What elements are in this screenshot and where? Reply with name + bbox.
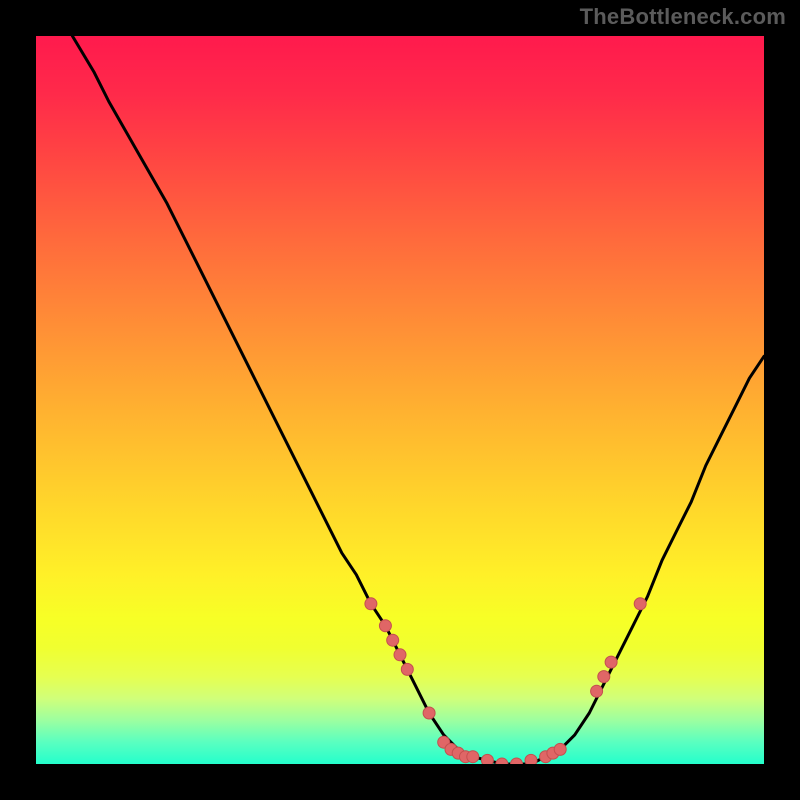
data-marker [481, 754, 493, 764]
watermark-text: TheBottleneck.com [580, 4, 786, 30]
data-marker [554, 743, 566, 755]
data-marker [379, 620, 391, 632]
data-marker [401, 663, 413, 675]
data-marker [467, 751, 479, 763]
data-marker [387, 634, 399, 646]
marker-group [365, 598, 646, 764]
data-marker [365, 598, 377, 610]
data-marker [496, 758, 508, 764]
chart-frame: TheBottleneck.com [0, 0, 800, 800]
data-marker [423, 707, 435, 719]
data-marker [605, 656, 617, 668]
data-marker [598, 671, 610, 683]
data-marker [525, 754, 537, 764]
data-marker [634, 598, 646, 610]
bottleneck-curve [72, 36, 764, 764]
data-marker [394, 649, 406, 661]
data-marker [591, 685, 603, 697]
data-marker [511, 758, 523, 764]
plot-area [36, 36, 764, 764]
curve-svg [36, 36, 764, 764]
